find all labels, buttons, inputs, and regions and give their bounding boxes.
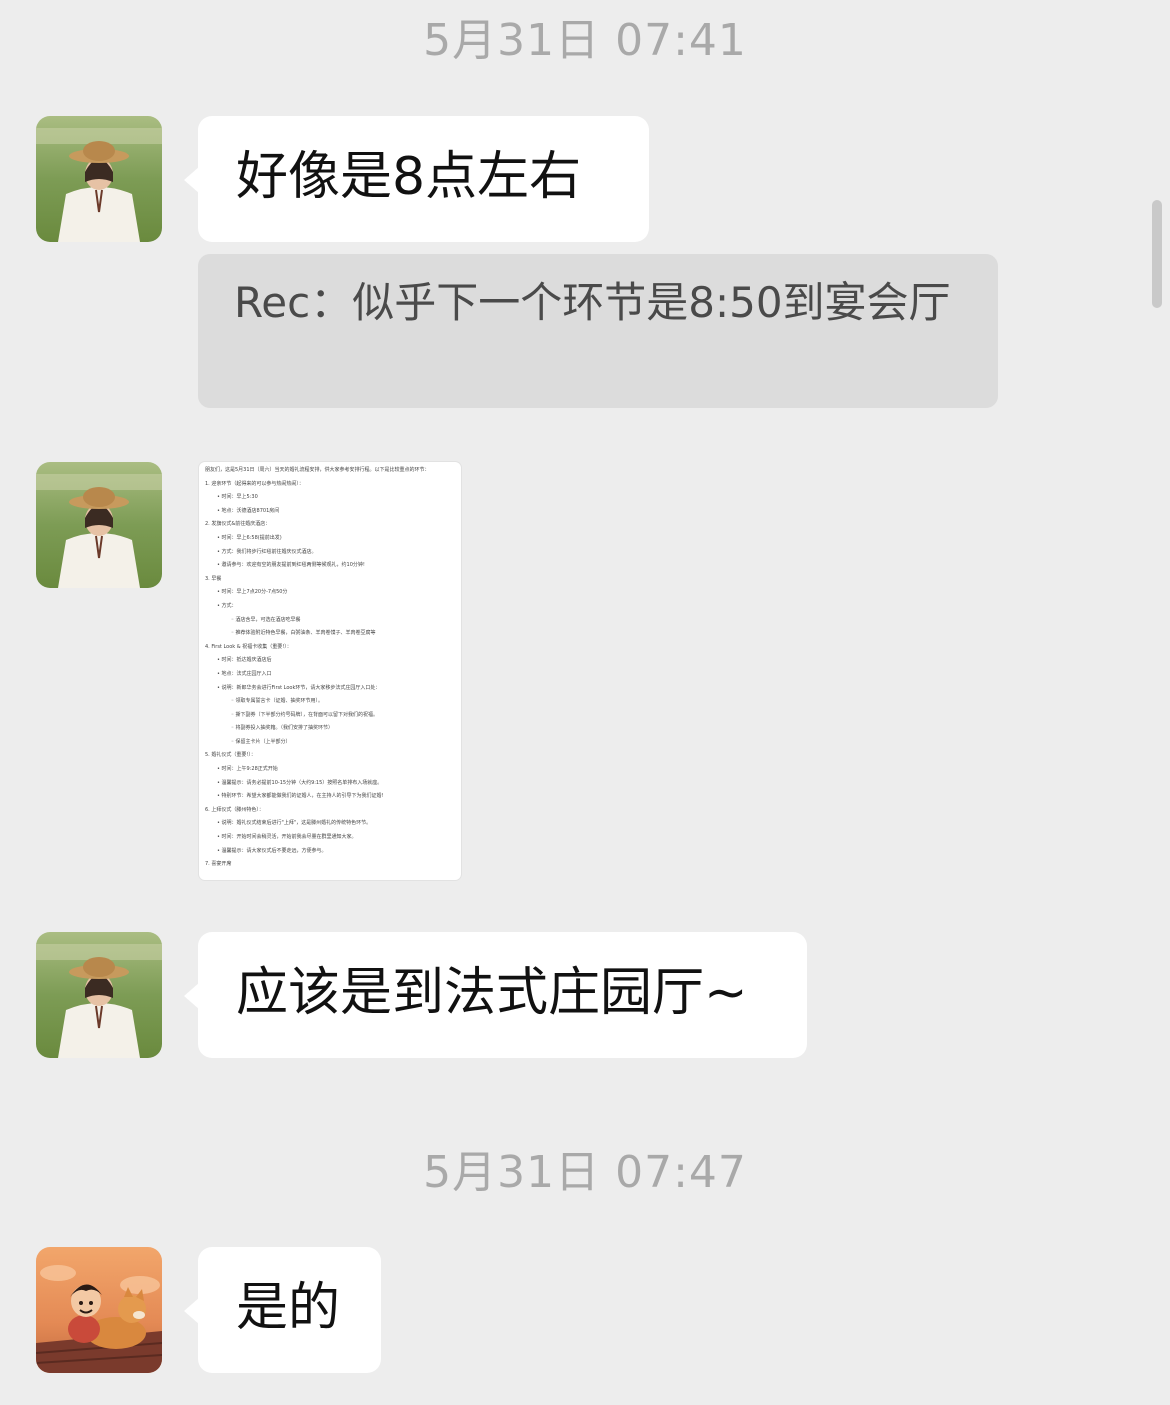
document-line: 1. 迎亲环节（起得来的可以参与热闹热闹）： — [205, 480, 304, 487]
document-line: 4. First Look & 祝福卡收集（重要!）： — [205, 643, 292, 650]
document-text: 朋友们，这是5月31日（周六）当天的婚礼流程安排，供大家参考安排行程。以下是比较… — [199, 462, 461, 872]
message-bubble[interactable]: 是的 — [184, 1247, 381, 1373]
avatar-woman-straw-hat[interactable] — [36, 116, 162, 242]
document-line: • 地点：沃德酒店8701房间 — [217, 507, 280, 514]
document-line: • 地点：法式庄园厅入口 — [217, 670, 272, 677]
document-line: • 特别环节：希望大家都能做我们的证婚人，在主持人的引导下为我们证婚! — [217, 793, 384, 800]
message-text: 好像是8点左右 — [236, 147, 582, 207]
avatar-woman-straw-hat[interactable] — [36, 932, 162, 1058]
message-bubble[interactable]: 应该是到法式庄园厅~ — [184, 932, 807, 1058]
document-line: • 时间：早上5:30 — [217, 494, 258, 501]
document-line: 2. 发旗仪式&前往婚庆酒店： — [205, 521, 271, 528]
document-line: ◦ 保留主卡片（上半部分） — [231, 738, 291, 745]
quoted-message[interactable]: Rec：似乎下一个环节是8:50到宴会厅 — [198, 254, 998, 408]
document-line: • 时间：早上7点20分-7点50分 — [217, 589, 288, 596]
document-line: • 时间：开始时间会稍灵活，开始前我会尽量在群里通知大家。 — [217, 834, 357, 841]
message-text: 应该是到法式庄园厅~ — [236, 963, 748, 1023]
document-line: 朋友们，这是5月31日（周六）当天的婚礼流程安排，供大家参考安排行程。以下是比较… — [205, 467, 430, 473]
document-line: • 时间：抵达婚庆酒店后 — [217, 657, 272, 664]
quoted-message-text: Rec：似乎下一个环节是8:50到宴会厅 — [234, 278, 951, 327]
message-bubble[interactable]: 好像是8点左右 — [184, 116, 649, 242]
avatar-woman-straw-hat[interactable] — [36, 462, 162, 588]
timestamp: 5月31日 07:47 — [423, 1147, 747, 1198]
avatar-boy-with-dog[interactable] — [36, 1247, 162, 1373]
document-line: • 说明：婚礼仪式结束后进行"上拜"，这是滕州婚礼的传统特色环节。 — [217, 820, 372, 827]
avatar-photo-icon — [36, 932, 162, 1058]
avatar-photo-icon — [36, 462, 162, 588]
timestamp: 5月31日 07:41 — [423, 15, 747, 66]
document-line: 7. 喜宴开席 — [205, 861, 232, 868]
document-line: • 温馨提示：请务必提前10-15分钟（大约9:15）按照名单排布入场就座。 — [217, 779, 383, 786]
document-line: • 方式：我们将步行红毯前往婚庆仪式酒店。 — [217, 548, 317, 555]
avatar-cartoon-icon — [36, 1247, 162, 1373]
document-line: ◦ 推荐体验附近特色早餐，白粥油条、羊肉卷馍子、羊肉卷豆腐等 — [231, 630, 376, 637]
document-line: ◦ 酒店含早，可选在酒店吃早餐 — [231, 616, 301, 623]
document-line: • 温馨提示：请大家仪式后不要走远，方便参与。 — [217, 847, 327, 854]
document-line: 6. 上拜仪式（滕州特色）： — [205, 806, 264, 813]
document-line: 3. 早餐 — [205, 575, 222, 582]
document-line: ◦ 领取专属誓言卡（证婚、抽奖环节用）。 — [231, 698, 324, 705]
scrollbar[interactable] — [1152, 200, 1162, 308]
document-line: ◦ 将副券投入抽奖箱。（我们安排了抽奖环节） — [231, 725, 334, 732]
document-line: • 方式： — [217, 602, 237, 609]
image-message-document[interactable]: 朋友们，这是5月31日（周六）当天的婚礼流程安排，供大家参考安排行程。以下是比较… — [199, 462, 461, 880]
document-line: • 说明：新郎华务会进行First Look环节，请大家移步法式庄园厅入口处： — [217, 684, 381, 691]
message-text: 是的 — [236, 1278, 341, 1338]
avatar-photo-icon — [36, 116, 162, 242]
document-line: ◦ 撕下副券（下半部分约号码牌），在背面可以留下对我们的祝福。 — [231, 711, 379, 718]
document-line: • 时间：上午9:28正式开始 — [217, 766, 278, 773]
document-line: • 邀请参与：欢迎有空的朋友提前到红毯两侧等候观礼，约10分钟! — [217, 562, 365, 569]
document-line: 5. 婚礼仪式（重要!）： — [205, 752, 256, 759]
document-line: • 时间：早上6:58(提前出发) — [217, 534, 282, 541]
